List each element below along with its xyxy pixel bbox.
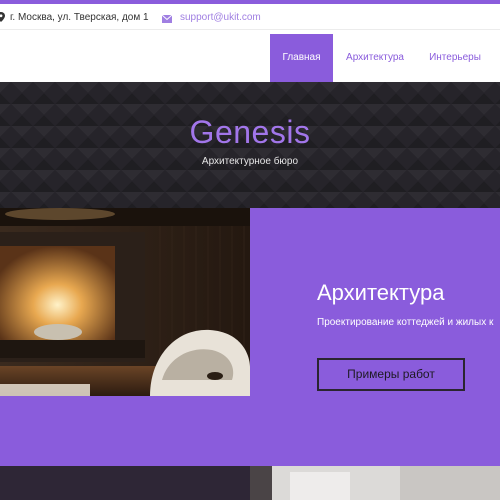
portfolio-button[interactable]: Примеры работ — [317, 358, 465, 391]
interior-photo — [0, 208, 250, 396]
contact-bar: г. Москва, ул. Тверская, дом 1 support@u… — [0, 4, 500, 30]
nav-item-interiors[interactable]: Интерьеры — [420, 34, 490, 82]
bottom-dark-tile — [0, 466, 250, 500]
hero-banner: Genesis Архитектурное бюро — [0, 82, 500, 208]
bottom-photo-tile — [250, 466, 500, 500]
email-link[interactable]: support@ukit.com — [180, 12, 261, 23]
map-pin-icon — [0, 12, 5, 22]
site-title: Genesis — [189, 114, 311, 150]
panel-title: Архитектура — [317, 280, 445, 305]
envelope-icon — [162, 15, 172, 23]
site-subtitle: Архитектурное бюро — [201, 156, 299, 167]
architecture-panel: Архитектура Проектирование коттеджей и ж… — [250, 208, 500, 396]
interior-photo-2 — [250, 466, 500, 500]
nav-item-architecture[interactable]: Архитектура — [337, 34, 413, 82]
fireplace-image — [0, 208, 250, 396]
panel-description: Проектирование коттеджей и жилых к — [317, 317, 494, 328]
accent-band — [0, 396, 500, 466]
nav-item-home[interactable]: Главная — [270, 34, 333, 82]
address-text: г. Москва, ул. Тверская, дом 1 — [10, 12, 149, 23]
main-nav: Главная Архитектура Интерьеры — [0, 30, 500, 82]
